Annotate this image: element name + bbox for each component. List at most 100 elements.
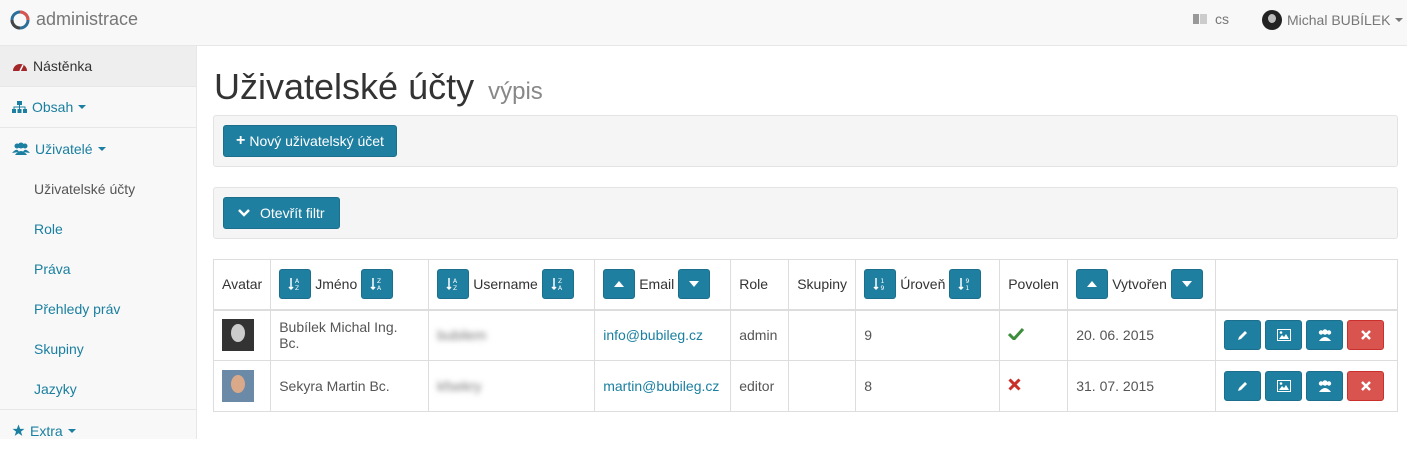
edit-button[interactable]	[1224, 320, 1262, 351]
check-icon	[1008, 328, 1025, 342]
brand-logo-icon	[10, 10, 30, 29]
sidebar-subitem-permission-overview[interactable]: Přehledy práv	[0, 289, 196, 329]
username-blurred: kfsekry	[437, 378, 482, 394]
edit-button[interactable]	[1224, 371, 1262, 401]
chevron-down-icon	[67, 428, 76, 433]
users-icon	[1318, 329, 1331, 342]
pencil-icon	[1237, 331, 1247, 341]
groups-button[interactable]	[1306, 320, 1344, 351]
sidebar-item-users[interactable]: Uživatelé	[0, 128, 196, 169]
sort-alpha-desc-icon: ZA	[551, 278, 563, 291]
caret-up-icon	[1087, 281, 1098, 288]
header-groups: Skupiny	[788, 259, 857, 310]
svg-text:9: 9	[881, 285, 885, 291]
filter-well: Otevřít filtr	[213, 187, 1398, 239]
brand[interactable]: administrace	[10, 9, 138, 30]
cell-username: kfsekry	[428, 360, 596, 412]
sort-alpha-desc-icon: ZA	[370, 278, 382, 291]
header-level: 19 Úroveň 91	[855, 259, 1001, 310]
caret-down-icon	[1181, 281, 1192, 288]
open-filter-label: Otevřít filtr	[260, 205, 325, 221]
cell-avatar	[212, 309, 272, 361]
svg-text:Z: Z	[453, 285, 457, 291]
sitemap-icon	[12, 101, 27, 113]
user-avatar	[1262, 10, 1282, 30]
users-icon	[1318, 380, 1331, 392]
user-menu[interactable]: Michal BUBÍLEK	[1262, 10, 1404, 30]
sort-alpha-asc-icon: AZ	[288, 278, 300, 291]
language-switcher[interactable]: cs	[1193, 11, 1229, 27]
sort-asc-button[interactable]: 19	[864, 269, 897, 300]
cross-icon	[1008, 378, 1021, 391]
svg-text:Z: Z	[377, 278, 381, 285]
sort-alpha-asc-icon: AZ	[446, 278, 458, 291]
cell-enabled	[999, 309, 1069, 361]
cell-actions	[1215, 360, 1398, 412]
sort-desc-button[interactable]: 91	[949, 269, 982, 300]
sidebar-subitem-accounts[interactable]: Uživatelské účty	[0, 169, 196, 209]
header-avatar: Avatar	[212, 259, 272, 310]
brand-text: administrace	[36, 9, 139, 29]
header-created-label: Vytvořen	[1112, 276, 1167, 293]
sidebar-item-dashboard[interactable]: Nástěnka	[0, 46, 196, 87]
sort-down-button[interactable]	[1170, 269, 1203, 300]
cell-groups	[788, 360, 857, 412]
svg-text:Z: Z	[558, 278, 562, 285]
new-account-button[interactable]: + Nový uživatelský účet	[223, 125, 397, 157]
chevron-down-icon	[238, 209, 250, 217]
plus-icon: +	[236, 132, 246, 149]
sort-numeric-desc-icon: 91	[958, 278, 970, 291]
top-navbar: administrace cs Michal BUBÍLEK	[0, 0, 1407, 46]
sort-desc-button[interactable]: ZA	[541, 269, 574, 300]
users-table: Avatar AZ Jméno ZA AZ Username Z A Email…	[212, 259, 1398, 412]
page-title-text: Uživatelské účty	[214, 66, 475, 107]
language-icon	[1193, 14, 1207, 24]
cell-enabled	[999, 360, 1069, 412]
sidebar-item-extra[interactable]: Extra	[0, 410, 196, 451]
cell-level: 8	[855, 360, 1001, 412]
image-button[interactable]	[1265, 320, 1303, 351]
avatar	[222, 370, 254, 402]
sort-asc-button[interactable]: AZ	[279, 269, 312, 300]
email-link[interactable]: info@bubileg.cz	[603, 327, 703, 343]
sort-down-button[interactable]	[678, 269, 711, 300]
users-icon	[12, 142, 30, 155]
sidebar-subitem-permissions[interactable]: Práva	[0, 249, 196, 289]
sidebar: Nástěnka Obsah Uživatelé Uživatelské účt…	[0, 46, 197, 439]
svg-text:A: A	[558, 285, 563, 291]
username-blurred: bubilem	[437, 327, 487, 344]
cell-name: Bubílek Michal Ing. Bc.	[270, 309, 430, 361]
svg-text:A: A	[295, 278, 300, 285]
image-button[interactable]	[1265, 371, 1303, 401]
language-label: cs	[1215, 11, 1229, 27]
svg-text:1: 1	[881, 278, 885, 285]
sort-up-button[interactable]	[1076, 269, 1109, 300]
sidebar-subitem-languages[interactable]: Jazyky	[0, 369, 196, 409]
header-email: Email	[594, 259, 732, 310]
table-row: Sekyra Martin Bc. kfsekry martin@bubileg…	[212, 360, 1398, 412]
sidebar-subitem-roles[interactable]: Role	[0, 209, 196, 249]
close-icon	[1360, 330, 1371, 341]
cell-avatar	[212, 360, 272, 412]
sidebar-subitem-groups[interactable]: Skupiny	[0, 329, 196, 369]
close-icon	[1360, 381, 1371, 391]
email-link[interactable]: martin@bubileg.cz	[603, 378, 719, 394]
sidebar-item-label: Uživatelé	[35, 140, 93, 157]
sort-asc-button[interactable]: AZ	[437, 269, 470, 300]
sidebar-item-content[interactable]: Obsah	[0, 87, 196, 128]
open-filter-button[interactable]: Otevřít filtr	[223, 197, 340, 229]
header-name-label: Jméno	[315, 276, 358, 293]
svg-text:Z: Z	[295, 285, 299, 291]
toolbar-well: + Nový uživatelský účet	[213, 115, 1398, 167]
header-username: AZ Username ZA	[428, 259, 596, 310]
header-role: Role	[730, 259, 790, 310]
header-created: Vytvořen	[1067, 259, 1217, 310]
groups-button[interactable]	[1306, 371, 1344, 401]
caret-up-icon	[614, 281, 625, 288]
delete-button[interactable]	[1347, 320, 1385, 351]
cell-email: info@bubileg.cz	[594, 309, 732, 361]
sort-up-button[interactable]	[603, 269, 636, 300]
svg-text:A: A	[453, 278, 458, 285]
sort-desc-button[interactable]: ZA	[361, 269, 394, 300]
delete-button[interactable]	[1347, 371, 1385, 401]
